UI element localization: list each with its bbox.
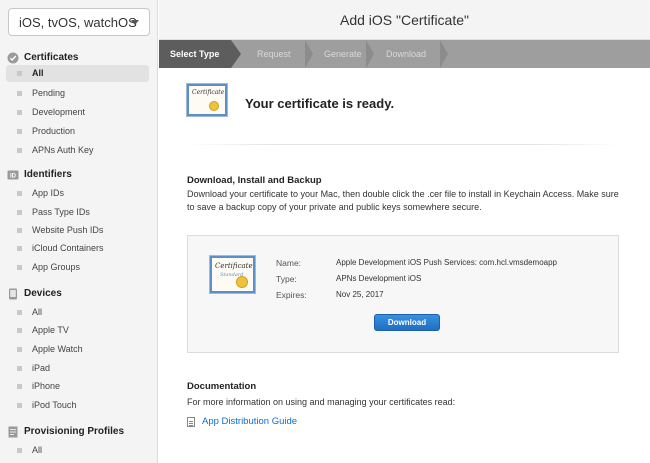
sidebar-item-production[interactable]: Production — [6, 123, 149, 140]
step-request: Request — [241, 40, 311, 68]
step-label: Select Type — [170, 49, 220, 59]
chevron-right-icon — [366, 40, 374, 68]
sidebar-item-pass-type-ids[interactable]: Pass Type IDs — [6, 204, 149, 221]
sidebar-item-apns-auth-key[interactable]: APNs Auth Key — [6, 142, 149, 159]
section-identifiers[interactable]: ID Identifiers — [0, 167, 158, 185]
sidebar-item-development[interactable]: Development — [6, 104, 149, 121]
sidebar-item-profiles-all[interactable]: All — [6, 442, 149, 459]
title-bar: Add iOS "Certificate" — [159, 0, 650, 40]
document-icon — [8, 426, 18, 438]
sidebar-item-app-ids[interactable]: App IDs — [6, 185, 149, 202]
sidebar-item-iphone[interactable]: iPhone — [6, 378, 149, 395]
certificate-icon: Certificate — [187, 84, 227, 116]
sidebar-item-ipad[interactable]: iPad — [6, 360, 149, 377]
download-button[interactable]: Download — [374, 314, 440, 331]
sidebar-item-website-push-ids[interactable]: Website Push IDs — [6, 222, 149, 239]
download-description: Download your certificate to your Mac, t… — [187, 189, 619, 212]
step-label: Request — [257, 49, 291, 59]
section-label: Provisioning Profiles — [24, 426, 125, 437]
section-devices[interactable]: Devices — [0, 286, 158, 304]
sidebar-item-label: iCloud Containers — [32, 243, 104, 253]
sidebar-item-label: Development — [32, 107, 86, 117]
section-label: Identifiers — [24, 169, 72, 180]
sidebar-item-label: App IDs — [32, 188, 65, 198]
link-label: App Distribution Guide — [202, 416, 298, 427]
platform-select-value: iOS, tvOS, watchOS — [19, 15, 137, 30]
sidebar-item-label: All — [32, 445, 43, 455]
expires-label: Expires: — [276, 290, 307, 300]
sidebar-item-label: App Groups — [32, 262, 81, 272]
step-label: Download — [386, 49, 427, 59]
step-label: Generate — [324, 49, 362, 59]
sidebar-item-label: APNs Auth Key — [32, 145, 94, 155]
sidebar-item-label: All — [32, 307, 43, 317]
step-progress-bar: Select Type Request Generate Download — [159, 40, 650, 68]
sidebar-item-label: Apple TV — [32, 325, 69, 335]
chevron-right-icon — [231, 40, 241, 68]
main-content: Add iOS "Certificate" Select Type Reques… — [159, 0, 650, 463]
sidebar-item-icloud-containers[interactable]: iCloud Containers — [6, 240, 149, 257]
certificate-icon: Certificate Standard — [210, 256, 255, 293]
sidebar-item-label: Apple Watch — [32, 344, 83, 354]
documentation-heading: Documentation — [187, 381, 257, 392]
certificate-details-box: Certificate Standard Name: Apple Develop… — [187, 235, 619, 353]
divider — [189, 144, 619, 145]
sidebar-item-label: Pending — [32, 88, 66, 98]
step-select-type: Select Type — [159, 40, 231, 68]
sidebar-item-pending[interactable]: Pending — [6, 85, 149, 102]
svg-text:ID: ID — [10, 174, 17, 180]
documentation-description: For more information on using and managi… — [187, 397, 456, 407]
type-value: APNs Development iOS — [336, 274, 422, 283]
sidebar-item-apple-tv[interactable]: Apple TV — [6, 322, 149, 339]
sidebar-item-ipod-touch[interactable]: iPod Touch — [6, 397, 149, 414]
expires-value: Nov 25, 2017 — [336, 290, 384, 299]
chevron-right-icon — [440, 40, 448, 68]
sidebar-item-label: iPod Touch — [32, 400, 77, 410]
sidebar-item-apple-watch[interactable]: Apple Watch — [6, 341, 149, 358]
download-heading: Download, Install and Backup — [187, 175, 322, 186]
document-icon — [187, 417, 195, 427]
ready-banner: Certificate Your certificate is ready. — [187, 84, 627, 124]
chevron-right-icon — [305, 40, 313, 68]
checkmark-badge-icon — [7, 52, 19, 64]
ready-message: Your certificate is ready. — [245, 96, 395, 111]
page-title: Add iOS "Certificate" — [340, 12, 469, 28]
sidebar-item-label: iPhone — [32, 381, 61, 391]
sidebar-item-app-groups[interactable]: App Groups — [6, 259, 149, 276]
section-provisioning-profiles[interactable]: Provisioning Profiles — [0, 424, 158, 442]
name-value: Apple Development iOS Push Services: com… — [336, 258, 557, 267]
id-badge-icon: ID — [7, 170, 19, 180]
chevron-down-icon — [131, 20, 139, 25]
section-label: Devices — [24, 288, 62, 299]
sidebar-item-certificates-all[interactable]: All — [6, 65, 149, 82]
section-label: Certificates — [24, 52, 79, 63]
sidebar-item-label: Pass Type IDs — [32, 207, 90, 217]
platform-select[interactable]: iOS, tvOS, watchOS — [8, 8, 150, 36]
sidebar-item-label: Website Push IDs — [32, 225, 104, 235]
name-label: Name: — [276, 258, 302, 268]
sidebar-item-devices-all[interactable]: All — [6, 304, 149, 321]
sidebar-item-label: iPad — [32, 363, 51, 373]
sidebar: iOS, tvOS, watchOS Certificates All Pend… — [0, 0, 158, 463]
sidebar-item-label: Production — [32, 126, 76, 136]
type-label: Type: — [276, 274, 297, 284]
sidebar-item-label: All — [32, 68, 44, 78]
device-icon — [9, 288, 17, 300]
